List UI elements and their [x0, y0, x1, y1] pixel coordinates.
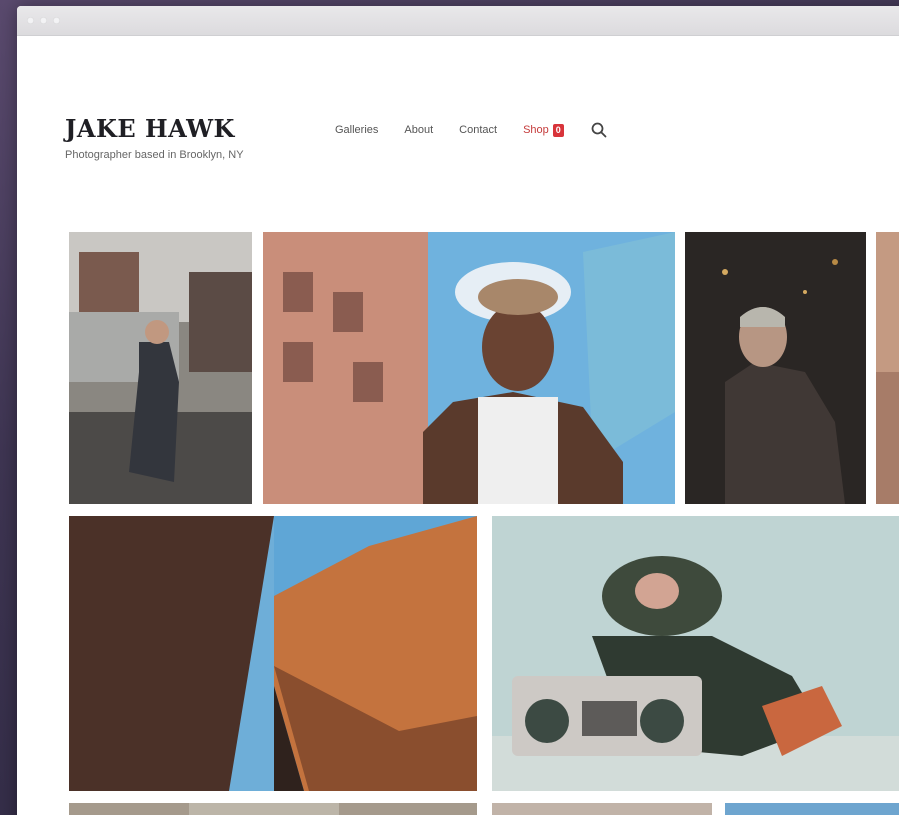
browser-window: JAKE HAWK Photographer based in Brooklyn… — [17, 6, 899, 815]
main-nav: Galleries About Contact Shop 0 — [335, 121, 608, 139]
photo-bottom-middle-image — [492, 803, 712, 815]
site-header: JAKE HAWK Photographer based in Brooklyn… — [17, 36, 899, 206]
photo-street-man-image — [69, 232, 252, 504]
photo-bottom-right-image — [725, 803, 899, 815]
brand[interactable]: JAKE HAWK Photographer based in Brooklyn… — [65, 114, 244, 161]
gallery-photo-street-man[interactable] — [69, 232, 252, 504]
nav-item-galleries[interactable]: Galleries — [335, 124, 378, 136]
gallery-photo-bottom-left[interactable] — [69, 803, 477, 815]
site-name[interactable]: JAKE HAWK — [65, 114, 244, 143]
gallery-photo-partial-right[interactable] — [876, 232, 899, 504]
window-close-dot[interactable] — [27, 17, 34, 24]
window-minimize-dot[interactable] — [40, 17, 47, 24]
window-maximize-dot[interactable] — [53, 17, 60, 24]
photo-partial-right-image — [876, 232, 899, 504]
gallery-photo-bottom-right[interactable] — [725, 803, 899, 815]
cart-count-badge: 0 — [552, 123, 564, 137]
gallery-photo-portrait-cap[interactable] — [263, 232, 675, 504]
nav-item-about[interactable]: About — [404, 124, 433, 136]
photo-dark-portrait-image — [685, 232, 866, 504]
gallery-photo-wood-abstract[interactable] — [69, 516, 477, 791]
gallery-photo-dark-portrait[interactable] — [685, 232, 866, 504]
gallery-photo-bottom-middle[interactable] — [492, 803, 712, 815]
site-tagline: Photographer based in Brooklyn, NY — [65, 149, 244, 161]
photo-portrait-cap-image — [263, 232, 675, 504]
photo-wood-abstract-image — [69, 516, 477, 791]
nav-item-contact[interactable]: Contact — [459, 124, 497, 136]
nav-shop-label: Shop — [523, 124, 549, 136]
gallery-photo-boombox[interactable] — [492, 516, 899, 791]
window-titlebar — [17, 6, 899, 36]
nav-item-shop[interactable]: Shop 0 — [523, 123, 564, 137]
photo-bottom-left-image — [69, 803, 477, 815]
photo-boombox-image — [492, 516, 899, 791]
search-icon[interactable] — [590, 121, 608, 139]
